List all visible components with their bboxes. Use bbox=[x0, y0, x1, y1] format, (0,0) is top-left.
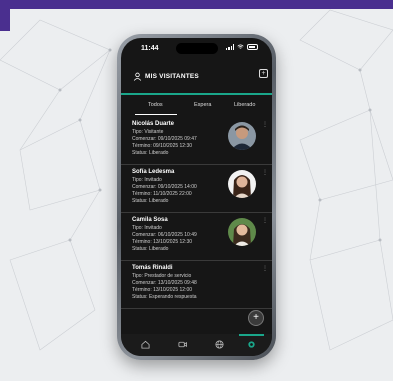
visitor-status: Status: Liberado bbox=[132, 198, 169, 204]
home-icon[interactable] bbox=[141, 340, 150, 349]
visitor-status: Status: Liberado bbox=[132, 246, 169, 252]
visitor-avatar bbox=[228, 218, 256, 246]
tab-espera[interactable]: Espera bbox=[194, 102, 211, 108]
visitor-type: Tipo: Invitado bbox=[132, 225, 162, 231]
more-options-icon[interactable]: ⋮ bbox=[262, 170, 268, 176]
top-banner-strip bbox=[0, 0, 393, 9]
wifi-icon bbox=[237, 44, 244, 49]
dynamic-island bbox=[176, 43, 218, 54]
visitors-icon[interactable] bbox=[247, 340, 256, 349]
visitor-end: Término: 09/10/2025 12:30 bbox=[132, 143, 193, 149]
signal-icon bbox=[226, 44, 234, 50]
visitor-name: Tomás Rinaldi bbox=[132, 265, 173, 271]
visitor-type: Tipo: Visitante bbox=[132, 129, 164, 135]
visitor-status: Status: Liberado bbox=[132, 150, 169, 156]
visitor-card[interactable]: Sofía Ledesma Tipo: Invitado Comenzar: 0… bbox=[121, 166, 272, 213]
add-visitor-button[interactable]: + bbox=[259, 69, 268, 78]
header-accent-line bbox=[121, 93, 272, 95]
visitor-start: Comenzar: 09/10/2025 09:47 bbox=[132, 136, 197, 142]
bottom-navigation bbox=[121, 334, 272, 356]
active-nav-indicator bbox=[239, 334, 264, 336]
tab-todos[interactable]: Todos bbox=[148, 102, 163, 108]
phone-screen: 11:44 MIS VISITANTES + Todos Espera Libe… bbox=[121, 38, 272, 356]
visitor-name: Sofía Ledesma bbox=[132, 169, 175, 175]
more-options-icon[interactable]: ⋮ bbox=[262, 218, 268, 224]
page-title: MIS VISITANTES bbox=[145, 73, 199, 80]
battery-icon bbox=[247, 44, 258, 50]
filter-tabs: Todos Espera Liberado bbox=[121, 99, 272, 115]
video-icon[interactable] bbox=[178, 340, 187, 349]
add-fab-button[interactable]: + bbox=[248, 310, 264, 326]
visitor-end: Término: 13/10/2025 12:30 bbox=[132, 239, 193, 245]
corner-banner-strip bbox=[0, 9, 10, 31]
visitor-start: Comenzar: 13/10/2025 09:48 bbox=[132, 280, 197, 286]
visitor-card[interactable]: Nicolás Duarte Tipo: Visitante Comenzar:… bbox=[121, 118, 272, 165]
visitor-end: Término: 13/10/2025 12:00 bbox=[132, 287, 193, 293]
more-options-icon[interactable]: ⋮ bbox=[262, 122, 268, 128]
app-header: MIS VISITANTES + bbox=[121, 68, 272, 88]
status-icons bbox=[226, 44, 258, 50]
visitor-name: Camila Sosa bbox=[132, 217, 168, 223]
visitor-start: Comenzar: 09/10/2025 14:00 bbox=[132, 184, 197, 190]
visitor-end: Término: 11/10/2025 22:00 bbox=[132, 191, 192, 197]
visitor-type: Tipo: Invitado bbox=[132, 177, 162, 183]
active-tab-indicator bbox=[135, 114, 177, 115]
visitor-status: Status: Esperando respuesta bbox=[132, 294, 197, 300]
visitor-card[interactable]: Tomás Rinaldi Tipo: Prestador de servici… bbox=[121, 262, 272, 309]
visitor-avatar bbox=[228, 122, 256, 150]
tab-liberado[interactable]: Liberado bbox=[234, 102, 255, 108]
user-icon bbox=[133, 72, 142, 81]
globe-icon[interactable] bbox=[215, 340, 224, 349]
visitor-type: Tipo: Prestador de servicio bbox=[132, 273, 192, 279]
status-time: 11:44 bbox=[141, 45, 159, 52]
visitor-start: Comenzar: 06/10/2025 10:49 bbox=[132, 232, 197, 238]
phone-frame: 11:44 MIS VISITANTES + Todos Espera Libe… bbox=[117, 34, 276, 360]
visitor-name: Nicolás Duarte bbox=[132, 121, 175, 127]
visitor-card[interactable]: Camila Sosa Tipo: Invitado Comenzar: 06/… bbox=[121, 214, 272, 261]
visitor-avatar bbox=[228, 170, 256, 198]
more-options-icon[interactable]: ⋮ bbox=[262, 266, 268, 272]
status-bar: 11:44 bbox=[121, 38, 272, 60]
